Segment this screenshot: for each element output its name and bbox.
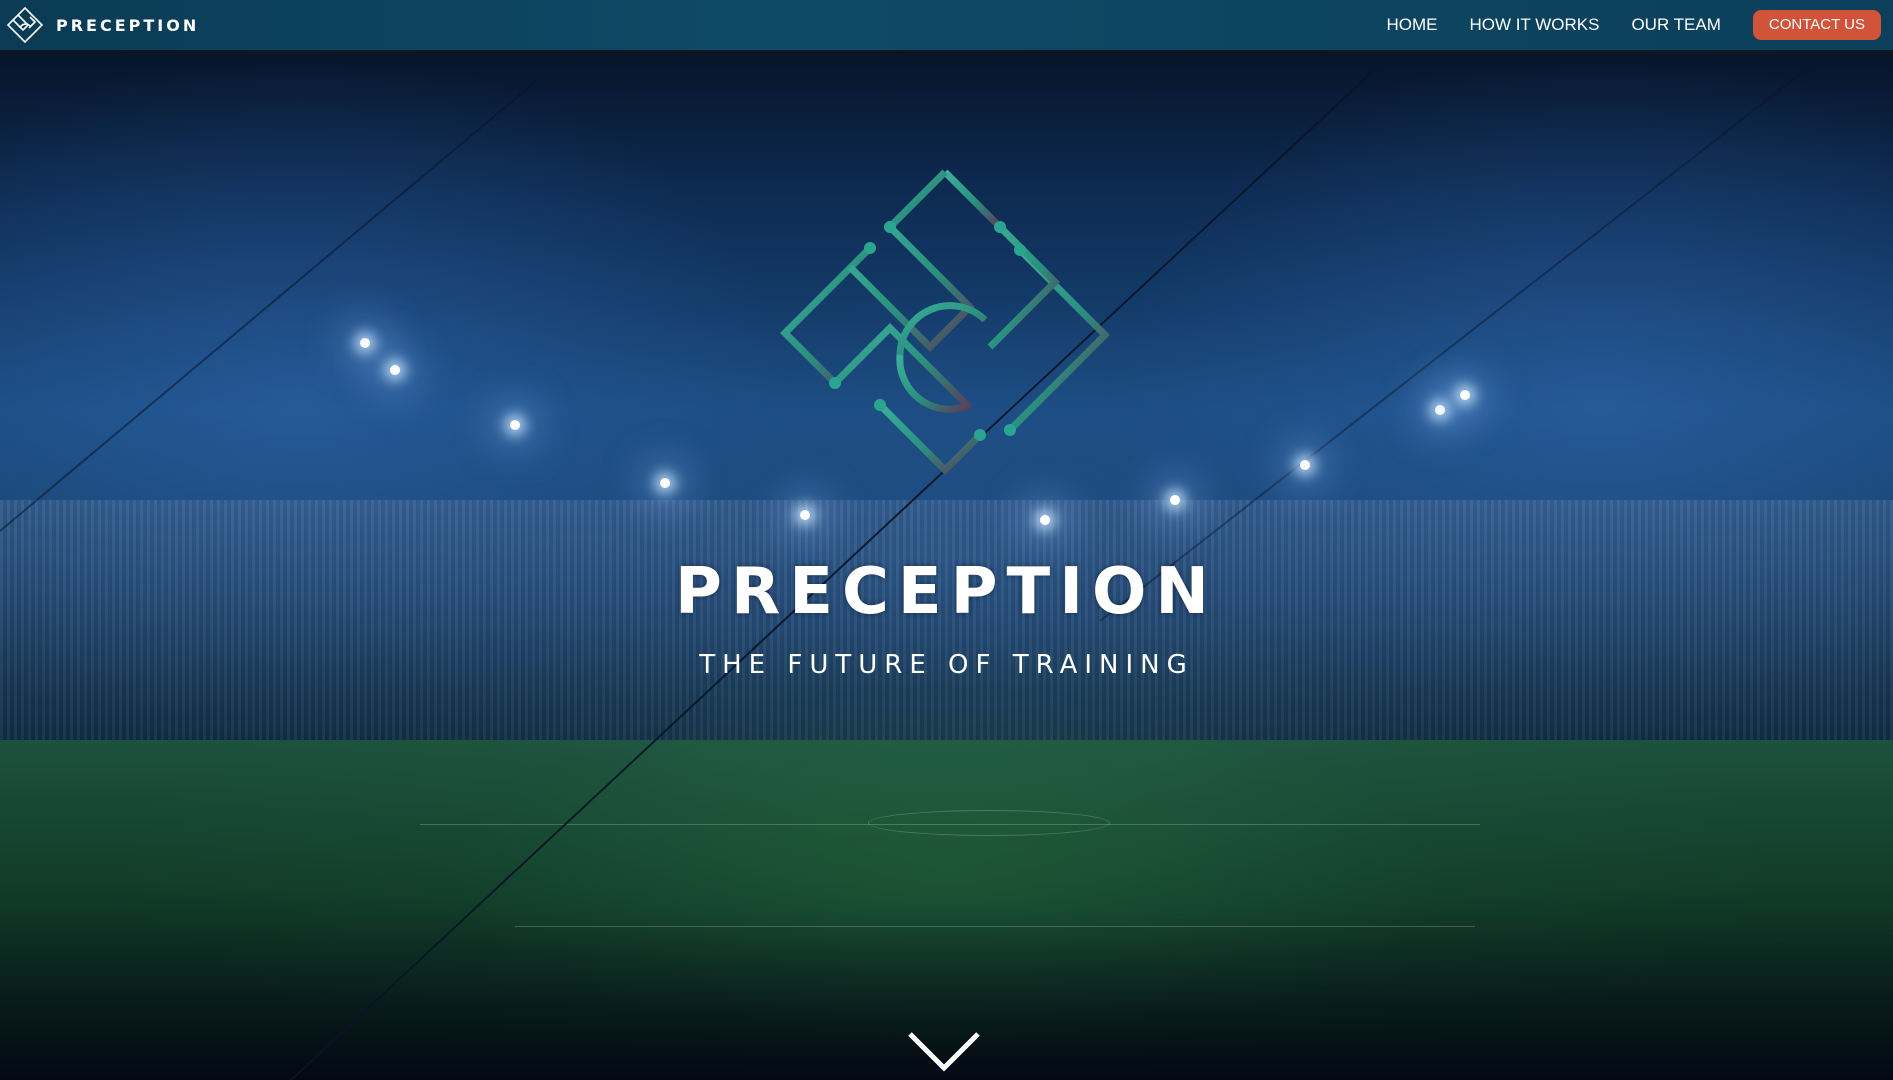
nav-links: HOME HOW IT WORKS OUR TEAM CONTACT US [1386,10,1881,40]
pitch-halfway-line [420,824,1480,825]
stadium-light [1170,495,1180,505]
stadium-light [1460,390,1470,400]
brand-name: PRECEPTION [56,15,200,35]
stadium-light [360,338,370,348]
stadium-light [390,365,400,375]
stadium-light [660,478,670,488]
football-pitch [0,740,1893,1080]
chevron-down-icon[interactable] [906,1030,982,1074]
preception-emblem-icon [780,169,1110,475]
hero-subtitle: THE FUTURE OF TRAINING [699,650,1194,680]
nav-link-home[interactable]: HOME [1386,10,1437,40]
pitch-penalty-box [515,926,1475,927]
preception-logo-icon [6,6,44,44]
nav-link-how-it-works[interactable]: HOW IT WORKS [1469,10,1599,40]
stadium-light [510,420,520,430]
page: PRECEPTION THE FUTURE OF TRAINING PRECEP… [0,0,1893,1080]
brand[interactable]: PRECEPTION [6,6,199,44]
navbar: PRECEPTION HOME HOW IT WORKS OUR TEAM CO… [0,0,1893,56]
hero-title: PRECEPTION [675,555,1218,629]
stadium-light [1435,405,1445,415]
stadium-light [1300,460,1310,470]
contact-us-button[interactable]: CONTACT US [1752,10,1881,40]
nav-link-our-team[interactable]: OUR TEAM [1631,10,1720,40]
pitch-center-circle [868,810,1110,836]
